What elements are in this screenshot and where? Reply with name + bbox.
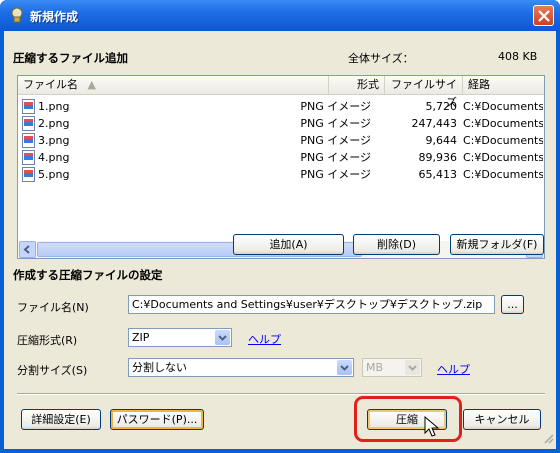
chevron-left-icon [23,245,30,254]
file-size: 65,413 [418,168,458,181]
divider [17,393,545,395]
file-path: C:¥Documents a [463,168,543,181]
split-size-label: 分割サイズ(S) [17,364,88,377]
dialog-body: 圧縮するファイル追加 全体サイズ： 408 KB ファイル名 ▲ 形式 ファイル… [4,31,556,449]
cancel-button[interactable]: キャンセル [463,409,541,430]
split-size-select[interactable]: 分割しない [128,358,354,377]
list-item[interactable]: 5.png PNG イメージ 65,413 C:¥Documents a [18,166,544,183]
file-path: C:¥Documents a [463,134,543,147]
chevron-down-icon [337,360,352,375]
file-size: 5,720 [425,100,458,113]
filename-label: ファイル名(N) [17,301,89,314]
column-type-label: 形式 [357,78,379,91]
app-icon [9,7,25,23]
delete-button[interactable]: 削除(D) [353,234,440,255]
window-title: 新規作成 [30,10,79,24]
settings-heading: 作成する圧縮ファイルの設定 [13,268,163,282]
split-help-link[interactable]: ヘルプ [437,361,470,377]
column-header-name[interactable]: ファイル名 ▲ [18,76,329,95]
resize-grip-icon[interactable] [542,432,554,447]
png-file-icon [22,133,35,148]
split-size-value: 分割しない [132,361,187,374]
file-size: 89,936 [418,151,458,164]
add-button[interactable]: 追加(A) [233,234,344,255]
mouse-cursor-icon [424,416,440,437]
scroll-left-button[interactable] [19,241,36,258]
format-help-link[interactable]: ヘルプ [248,331,281,347]
list-item[interactable]: 1.png PNG イメージ 5,720 C:¥Documents a [18,98,544,115]
png-file-icon [22,167,35,182]
browse-button[interactable]: ... [501,295,524,314]
list-item[interactable]: 4.png PNG イメージ 89,936 C:¥Documents a [18,149,544,166]
new-folder-button[interactable]: 新規フォルダ(F) [450,234,544,255]
chevron-down-icon [215,330,230,345]
split-unit-value: MB [366,361,384,374]
file-type: PNG イメージ [300,168,371,181]
column-header-path[interactable]: 経路 [463,76,544,95]
file-size: 9,644 [425,134,458,147]
file-name: 4.png [38,151,70,164]
close-button[interactable] [533,5,554,26]
format-select-value: ZIP [132,331,150,344]
list-item[interactable]: 2.png PNG イメージ 247,443 C:¥Documents a [18,115,544,132]
file-type: PNG イメージ [300,117,371,130]
file-path: C:¥Documents a [463,151,543,164]
split-unit-select[interactable]: MB [362,358,422,377]
total-size-value: 408 KB [498,50,538,63]
column-path-label: 経路 [468,78,490,91]
column-name-label: ファイル名 [23,78,78,91]
file-name: 3.png [38,134,70,147]
file-list[interactable]: ファイル名 ▲ 形式 ファイルサイズ 経路 1.png PNG イメージ 5,7… [17,75,545,259]
highlight-circle [354,396,462,442]
png-file-icon [22,150,35,165]
file-type: PNG イメージ [300,134,371,147]
list-item[interactable]: 3.png PNG イメージ 9,644 C:¥Documents a [18,132,544,149]
chevron-down-icon [405,360,420,375]
add-files-heading: 圧縮するファイル追加 [13,51,128,65]
format-select[interactable]: ZIP [128,328,232,347]
password-button[interactable]: パスワード(P)... [110,409,204,430]
total-size-label: 全体サイズ： [348,52,414,65]
file-name: 2.png [38,117,70,130]
png-file-icon [22,116,35,131]
png-file-icon [22,99,35,114]
column-header-size[interactable]: ファイルサイズ [385,76,463,109]
file-type: PNG イメージ [300,100,371,113]
file-type: PNG イメージ [300,151,371,164]
file-path: C:¥Documents a [463,117,543,130]
file-name: 1.png [38,100,70,113]
file-name: 5.png [38,168,70,181]
file-path: C:¥Documents a [463,100,543,113]
dialog-window: 新規作成 圧縮するファイル追加 全体サイズ： 408 KB ファイル名 ▲ 形式… [0,0,560,453]
column-header-type[interactable]: 形式 [329,76,385,95]
advanced-settings-button[interactable]: 詳細設定(E) [21,409,101,430]
sort-ascending-icon: ▲ [87,78,96,91]
filename-field[interactable]: C:¥Documents and Settings¥user¥デスクトップ¥デス… [128,295,495,314]
format-label: 圧縮形式(R) [17,334,78,347]
file-size: 247,443 [411,117,458,130]
title-bar[interactable]: 新規作成 [0,0,560,31]
file-list-header: ファイル名 ▲ 形式 ファイルサイズ 経路 [18,76,544,109]
close-icon [538,10,550,22]
